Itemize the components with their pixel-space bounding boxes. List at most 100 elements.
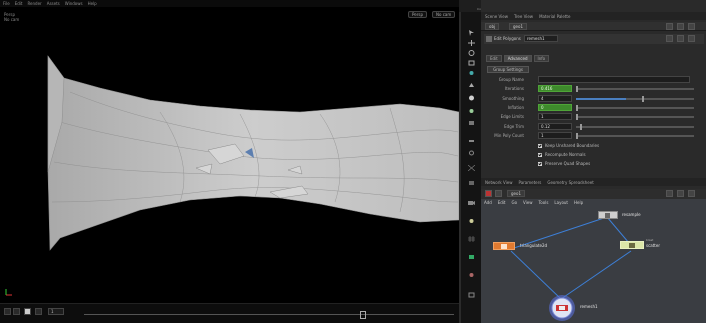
tab-info[interactable]: Info bbox=[533, 55, 550, 62]
checkbox-box[interactable] bbox=[538, 161, 542, 166]
node-resample[interactable] bbox=[598, 211, 618, 219]
net-menu-help[interactable]: Help bbox=[574, 200, 583, 205]
network-menu-button[interactable] bbox=[688, 190, 695, 197]
tab-advanced[interactable]: Advanced bbox=[503, 55, 532, 62]
node-name-field[interactable]: remesh1 bbox=[524, 35, 558, 42]
network-pin-button[interactable] bbox=[666, 190, 673, 197]
stop-button[interactable] bbox=[24, 308, 31, 315]
forward-button[interactable] bbox=[495, 190, 502, 197]
help-button[interactable] bbox=[666, 35, 673, 42]
visualizer-icon[interactable] bbox=[468, 272, 475, 278]
frame-field[interactable]: 1 bbox=[48, 308, 64, 315]
parm-slider[interactable] bbox=[576, 104, 694, 111]
pose-tool-icon[interactable] bbox=[468, 82, 475, 88]
timeline-playhead[interactable] bbox=[360, 311, 366, 319]
parm-slider-knob[interactable] bbox=[579, 123, 582, 130]
scale-tool-icon[interactable] bbox=[468, 60, 475, 66]
parm-slider[interactable] bbox=[576, 86, 694, 93]
parm-slider-knob[interactable] bbox=[642, 95, 645, 102]
play-button[interactable] bbox=[35, 308, 42, 315]
net-menu-edit[interactable]: Edit bbox=[498, 200, 506, 205]
group-settings-button[interactable]: Group Settings bbox=[487, 66, 529, 73]
net-menu-tools[interactable]: Tools bbox=[539, 200, 549, 205]
pane-pin-button[interactable] bbox=[677, 23, 684, 30]
parm-value-field[interactable]: 4 bbox=[538, 94, 572, 102]
network-path-chip[interactable]: geo1 bbox=[507, 190, 525, 197]
net-menu-go[interactable]: Go bbox=[512, 200, 518, 205]
path-geo[interactable]: geo1 bbox=[509, 23, 527, 30]
step-back-button[interactable] bbox=[13, 308, 20, 315]
tab-network-view[interactable]: Network View bbox=[485, 180, 512, 185]
tab-tree-view[interactable]: Tree View bbox=[514, 14, 533, 19]
pane-link-button[interactable] bbox=[666, 23, 673, 30]
tab-material-palette[interactable]: Material Palette bbox=[539, 14, 570, 19]
menu-assets[interactable]: Assets bbox=[47, 1, 60, 6]
parm-value-field[interactable]: 1 bbox=[538, 113, 572, 121]
menu-windows[interactable]: Windows bbox=[65, 1, 83, 6]
select-tool-icon[interactable] bbox=[468, 30, 475, 36]
node-triangulate2d[interactable] bbox=[493, 242, 515, 250]
tab-geometry-spreadsheet[interactable]: Geometry Spreadsheet bbox=[547, 180, 593, 185]
parm-value-field[interactable]: 0 bbox=[538, 103, 572, 111]
pane-menu-button[interactable] bbox=[688, 23, 695, 30]
parm-slider-knob[interactable] bbox=[576, 104, 578, 111]
parm-value-field[interactable]: 1 bbox=[538, 131, 572, 139]
snap-tool-icon[interactable] bbox=[468, 120, 475, 126]
camera-icon[interactable] bbox=[468, 200, 475, 206]
menu-help[interactable]: Help bbox=[88, 1, 97, 6]
net-menu-view[interactable]: View bbox=[523, 200, 533, 205]
info-button[interactable] bbox=[688, 35, 695, 42]
net-menu-layout[interactable]: Layout bbox=[554, 200, 568, 205]
ghost-icon[interactable] bbox=[468, 150, 475, 156]
tab-scene-view[interactable]: Scene View bbox=[485, 14, 508, 19]
parm-slider-knob[interactable] bbox=[576, 114, 578, 121]
parm-text-field[interactable] bbox=[538, 76, 690, 83]
display-options-icon[interactable] bbox=[468, 138, 475, 144]
parm-slider[interactable] bbox=[576, 95, 694, 102]
parm-slider-knob[interactable] bbox=[576, 86, 578, 93]
parm-label: Group Name bbox=[498, 77, 524, 82]
checkbox-keep-boundaries[interactable]: Keep Unshared Boundaries bbox=[538, 142, 599, 149]
menu-edit[interactable]: Edit bbox=[15, 1, 23, 6]
node-scatter[interactable] bbox=[620, 241, 644, 249]
parm-value-field[interactable]: 0.12 bbox=[538, 122, 572, 130]
path-obj[interactable]: obj bbox=[485, 23, 500, 30]
timeline-track[interactable] bbox=[84, 309, 454, 319]
net-menu-add[interactable]: Add bbox=[484, 200, 492, 205]
move-tool-icon[interactable] bbox=[468, 40, 475, 46]
parm-value-field[interactable]: 0.416 bbox=[538, 85, 572, 93]
parm-slider[interactable] bbox=[576, 123, 694, 130]
checkbox-recompute-normals[interactable]: Recompute Normals bbox=[538, 151, 586, 158]
camera-menu-button[interactable]: No cam bbox=[432, 11, 456, 18]
tab-edit[interactable]: Edit bbox=[486, 55, 502, 62]
back-button[interactable] bbox=[485, 190, 492, 197]
checkbox-box[interactable] bbox=[538, 143, 542, 148]
menu-render[interactable]: Render bbox=[27, 1, 41, 6]
checkbox-label: Keep Unshared Boundaries bbox=[545, 143, 600, 148]
parm-slider-knob[interactable] bbox=[576, 132, 578, 139]
checkbox-preserve-quads[interactable]: Preserve Quad Shapes bbox=[538, 160, 590, 167]
menu-file[interactable]: File bbox=[3, 1, 10, 6]
network-split-button[interactable] bbox=[677, 190, 684, 197]
checkbox-label: Preserve Quad Shapes bbox=[545, 161, 591, 166]
tab-parameters[interactable]: Parameters bbox=[518, 180, 541, 185]
background-icon[interactable] bbox=[468, 254, 475, 260]
shading-icon[interactable] bbox=[468, 180, 475, 186]
wireframe-icon[interactable] bbox=[468, 165, 475, 171]
paint-tool-icon[interactable] bbox=[468, 108, 475, 114]
parm-slider[interactable] bbox=[576, 114, 694, 121]
checkbox-box[interactable] bbox=[538, 152, 542, 157]
play-reverse-button[interactable] bbox=[4, 308, 11, 315]
scene-viewport[interactable]: File Edit Render Assets Windows Help Per… bbox=[0, 0, 460, 323]
rotate-tool-icon[interactable] bbox=[468, 50, 475, 56]
grid-icon[interactable] bbox=[468, 236, 475, 242]
handle-tool-icon[interactable] bbox=[468, 70, 475, 76]
persp-menu-button[interactable]: Persp bbox=[408, 11, 427, 18]
gear-icon[interactable] bbox=[677, 35, 684, 42]
parm-slider[interactable] bbox=[576, 132, 694, 139]
shelf-tools-column bbox=[459, 0, 481, 323]
magnet-tool-icon[interactable] bbox=[468, 95, 475, 101]
render-region-icon[interactable] bbox=[468, 292, 475, 298]
node-remesh-selected[interactable] bbox=[548, 294, 576, 322]
light-icon[interactable] bbox=[468, 218, 475, 224]
